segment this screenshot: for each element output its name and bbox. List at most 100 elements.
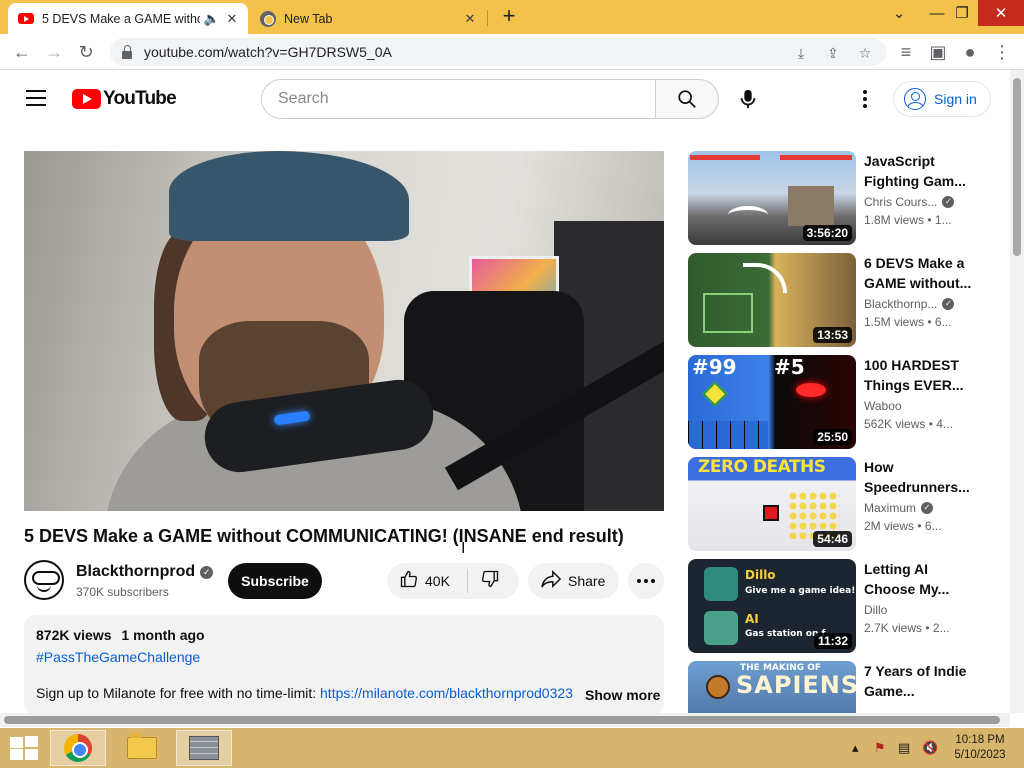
tab-search-chevron-icon[interactable]: ⌄ [882,0,916,26]
upload-age: • 6... [917,519,942,533]
dislike-button[interactable] [468,563,518,599]
close-window-button[interactable]: ✕ [978,0,1024,26]
chrome-menu-icon[interactable]: ⋮ [990,40,1014,64]
settings-kebab-icon[interactable] [852,84,878,114]
voice-search-button[interactable] [728,79,768,119]
description-box[interactable]: 872K views 1 month ago #PassTheGameChall… [24,615,664,715]
scrollbar-thumb[interactable] [4,716,1000,724]
recommendation-item[interactable]: 3:56:20 JavaScript Fighting Gam... Chris… [688,151,1008,245]
back-arrow-icon[interactable]: ← [10,40,34,64]
video-thumbnail[interactable]: #99 #5 25:50 [688,355,856,449]
tab-close-icon[interactable]: ✕ [224,11,240,27]
lock-icon[interactable] [122,44,132,59]
windows-taskbar [0,728,1024,768]
youtube-logo[interactable]: YouTube [72,88,177,110]
view-count: 1.8M views [864,213,925,227]
video-player[interactable] [24,151,664,511]
media-controls-icon[interactable]: ≡ [894,40,918,64]
video-thumbnail[interactable]: 13:53 [688,253,856,347]
tab-close-icon[interactable]: ✕ [462,11,478,27]
action-center-flag-icon[interactable]: ⚑ [874,740,886,756]
search-input[interactable]: Search [261,79,656,119]
video-thumbnail[interactable]: THE MAKING OF SAPIENS [688,661,856,713]
tab-new-tab[interactable]: New Tab ✕ [250,3,486,34]
subscribe-button[interactable]: Subscribe [228,563,322,599]
new-tab-button[interactable]: + [498,5,520,28]
taskbar-app[interactable] [176,730,232,766]
video-thumbnail[interactable]: ZERO DEATHS 54:46 [688,457,856,551]
recommendation-item[interactable]: Dillo Give me a game idea! AI Gas statio… [688,559,1008,653]
tray-chevron-icon[interactable]: ▴ [852,740,859,756]
forward-arrow-icon[interactable]: → [42,40,66,64]
more-actions-button[interactable] [628,563,664,599]
view-count: 562K views [864,417,926,431]
taskbar-file-explorer[interactable] [114,730,170,766]
video-thumbnail[interactable]: 3:56:20 [688,151,856,245]
speaker-icon[interactable]: 🔈 [204,11,220,27]
recommendation-channel[interactable]: Maximum ✓ [864,501,934,515]
recommendation-channel[interactable]: Chris Cours... ✓ [864,195,955,209]
video-thumbnail[interactable]: Dillo Give me a game idea! AI Gas statio… [688,559,856,653]
horizontal-scrollbar[interactable] [0,713,1010,727]
recommendation-title[interactable]: 7 Years of Indie Game... [864,661,974,701]
recommendation-item[interactable]: 13:53 6 DEVS Make a GAME without... Blac… [688,253,1008,347]
video-duration: 3:56:20 [802,225,852,241]
brick-wall-icon [189,736,219,760]
description-line: Sign up to Milanote for free with no tim… [36,685,576,701]
browser-toolbar: ← → ↻ youtube.com/watch?v=GH7DRSW5_0A ⤓ … [0,34,1024,70]
recommendation-title[interactable]: Letting AI Choose My... [864,559,974,599]
profile-icon[interactable]: ● [958,40,982,64]
share-label: Share [568,573,606,589]
scrollbar-thumb[interactable] [1013,78,1021,256]
folder-icon [127,733,157,759]
subscriber-count: 370K subscribers [76,585,169,599]
recommendation-item[interactable]: THE MAKING OF SAPIENS 7 Years of Indie G… [688,661,1008,713]
network-icon[interactable]: ▤ [898,740,910,756]
install-app-icon[interactable]: ⤓ [792,44,810,62]
windows-start-icon[interactable] [8,736,40,760]
verified-check-icon: ✓ [942,298,955,310]
recommendation-title[interactable]: JavaScript Fighting Gam... [864,151,974,191]
channel-avatar[interactable] [24,560,64,600]
recommendation-meta: 1.8M views • 1... [864,213,952,227]
volume-muted-icon[interactable]: 🔇 [922,740,938,756]
channel-name-link[interactable]: Blackthornprod ✓ [76,563,214,581]
like-button[interactable]: 40K [387,563,467,599]
text-cursor-icon: I [461,540,466,557]
recommendation-title[interactable]: How Speedrunners... [864,457,974,497]
side-panel-icon[interactable]: ▣ [926,40,950,64]
sign-in-button[interactable]: Sign in [893,81,991,117]
share-button[interactable]: Share [528,563,619,599]
show-more-button[interactable]: Show more [581,687,661,703]
reload-icon[interactable]: ↻ [74,40,98,64]
restore-button[interactable]: ❐ [945,0,979,26]
thumbs-up-icon [399,569,419,594]
video-duration: 11:32 [813,633,852,649]
hamburger-menu-icon[interactable] [26,90,46,106]
description-link[interactable]: https://milanote.com/blackthornprod0323 [320,685,573,701]
recommendation-item[interactable]: #99 #5 25:50 100 HARDEST Things EVER... … [688,355,1008,449]
thumb-title-text: SAPIENS [736,671,856,699]
youtube-header: YouTube Search Sign in [0,70,1010,128]
taskbar-chrome[interactable] [50,730,106,766]
recommendation-title[interactable]: 6 DEVS Make a GAME without... [864,253,974,293]
upload-date: 1 month ago [121,627,205,643]
youtube-play-icon [72,89,101,109]
thumb-emblem [706,675,730,699]
youtube-favicon-icon [18,13,34,24]
recommendation-item[interactable]: ZERO DEATHS 54:46 How Speedrunners... Ma… [688,457,1008,551]
upload-age: • 2... [925,621,950,635]
recommendation-channel[interactable]: Blackthornp... ✓ [864,297,955,311]
system-clock[interactable]: 10:18 PM 5/10/2023 [950,733,1010,763]
tab-separator [487,10,488,26]
address-bar[interactable]: youtube.com/watch?v=GH7DRSW5_0A ⤓ ⇪ ☆ [110,38,886,66]
bookmark-star-icon[interactable]: ☆ [856,44,874,62]
recommendation-channel[interactable]: Waboo [864,399,902,413]
hashtag-link[interactable]: #PassTheGameChallenge [36,649,652,665]
tab-youtube[interactable]: 5 DEVS Make a GAME without COMMUNICATING… [8,3,248,34]
search-button[interactable] [655,79,719,119]
share-page-icon[interactable]: ⇪ [824,44,842,62]
recommendation-channel[interactable]: Dillo [864,603,887,617]
recommendation-title[interactable]: 100 HARDEST Things EVER... [864,355,974,395]
vertical-scrollbar[interactable] [1010,70,1024,713]
